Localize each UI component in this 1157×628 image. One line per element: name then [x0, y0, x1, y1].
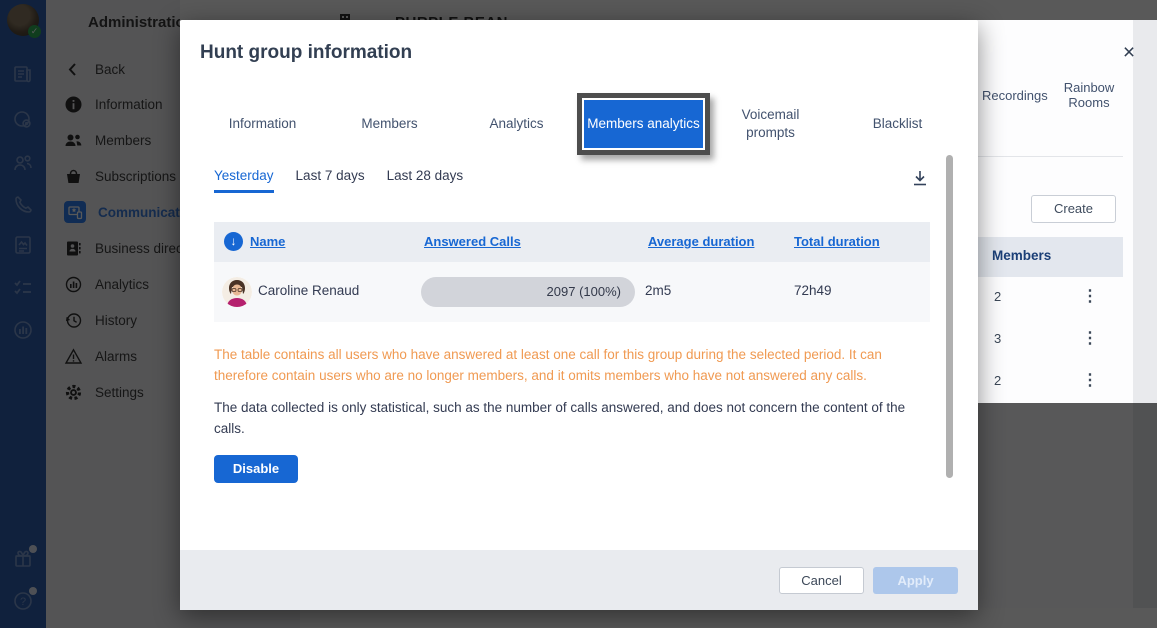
help-notification-dot — [29, 587, 37, 595]
analytics-icon — [64, 275, 83, 294]
business-directory-icon — [64, 239, 83, 258]
info-note: The data collected is only statistical, … — [214, 398, 924, 440]
answered-calls-bar: 2097 (100%) — [421, 277, 635, 307]
alarm-warning-icon — [64, 347, 83, 366]
table-row[interactable]: 2 ⋮ — [978, 277, 1123, 319]
tab-voicemail-prompts[interactable]: Voicemail prompts — [707, 95, 834, 153]
nav-label: Settings — [95, 385, 144, 400]
members-icon — [64, 131, 83, 150]
contacts-icon[interactable] — [12, 152, 34, 174]
back-label: Back — [95, 62, 125, 77]
member-avatar — [222, 277, 252, 307]
gift-notification-dot — [29, 545, 37, 553]
phone-icon[interactable] — [12, 194, 34, 216]
table-row[interactable]: 2 ⋮ — [978, 361, 1123, 403]
nav-label: Analytics — [95, 277, 149, 292]
warning-note: The table contains all users who have an… — [214, 345, 918, 387]
nav-label: Information — [95, 97, 163, 112]
hunt-group-dialog: Hunt group information × Information Mem… — [180, 20, 978, 610]
help-icon[interactable]: ? — [12, 590, 34, 612]
member-name: Caroline Renaud — [258, 283, 359, 298]
sidebar-icon-rail: ✓ ? — [0, 0, 46, 628]
period-tab-bar: Yesterday Last 7 days Last 28 days — [214, 168, 463, 193]
members-column-header: Members — [978, 237, 1123, 277]
tab-members-analytics[interactable]: Members analytics — [584, 100, 703, 148]
tab-rainbow-rooms[interactable]: Rainbow Rooms — [1058, 80, 1120, 110]
info-icon — [64, 95, 83, 114]
annotation-highlight-box: Members analytics — [577, 93, 710, 155]
kebab-menu-icon[interactable]: ⋮ — [1082, 286, 1098, 306]
analytics-table-row: Caroline Renaud 2097 (100%) 2m5 72h49 — [214, 262, 930, 322]
subscriptions-basket-icon — [64, 167, 83, 186]
panel-right-gutter — [1133, 20, 1157, 608]
members-count: 2 — [994, 373, 1001, 388]
column-total-duration[interactable]: Total duration — [794, 234, 880, 249]
files-icon[interactable] — [12, 234, 34, 256]
apply-button-disabled[interactable]: Apply — [873, 567, 958, 594]
tab-members[interactable]: Members — [326, 95, 453, 153]
background-list-panel: Recordings Rainbow Rooms Create Members … — [978, 20, 1157, 608]
period-last-28-days[interactable]: Last 28 days — [387, 168, 464, 193]
sort-descending-icon[interactable]: ↓ — [224, 232, 243, 251]
dialog-footer: Cancel Apply — [180, 550, 978, 610]
average-duration-value: 2m5 — [645, 283, 671, 298]
column-name[interactable]: Name — [250, 234, 285, 249]
presence-check-icon: ✓ — [28, 25, 41, 38]
analytics-table-header: ↓ Name Answered Calls Average duration T… — [214, 222, 930, 262]
tab-blacklist[interactable]: Blacklist — [834, 95, 961, 153]
page-header-strip: PURPLE BEAN — [180, 0, 1157, 20]
close-icon[interactable]: × — [1116, 40, 1142, 66]
scrollbar-thumb[interactable] — [946, 155, 953, 478]
conversations-icon[interactable] — [12, 109, 34, 131]
members-column-label: Members — [992, 248, 1051, 263]
members-count: 2 — [994, 289, 1001, 304]
app-screen: ✓ ? Administrat — [0, 0, 1157, 628]
settings-gear-icon — [64, 383, 83, 402]
kebab-menu-icon[interactable]: ⋮ — [1082, 328, 1098, 348]
svg-text:?: ? — [20, 596, 26, 608]
disable-button[interactable]: Disable — [214, 455, 298, 483]
dialog-tab-bar: Information Members Analytics Members an… — [199, 95, 961, 153]
column-answered-calls[interactable]: Answered Calls — [424, 234, 521, 249]
tab-information[interactable]: Information — [199, 95, 326, 153]
tab-analytics[interactable]: Analytics — [453, 95, 580, 153]
news-icon[interactable] — [12, 63, 34, 85]
analytics-rail-icon[interactable] — [12, 319, 34, 341]
nav-label: Alarms — [95, 349, 137, 364]
chevron-left-icon — [64, 60, 83, 79]
period-last-7-days[interactable]: Last 7 days — [296, 168, 365, 193]
nav-label: History — [95, 313, 137, 328]
gift-icon[interactable] — [12, 548, 34, 570]
building-icon — [338, 13, 352, 20]
dialog-title: Hunt group information — [200, 42, 412, 64]
history-clock-icon — [64, 311, 83, 330]
table-row[interactable]: 3 ⋮ — [978, 319, 1123, 361]
divider — [978, 156, 1123, 157]
download-icon[interactable] — [910, 168, 930, 188]
nav-label: Subscriptions — [95, 169, 176, 184]
tasks-checklist-icon[interactable] — [12, 277, 34, 299]
communication-icon — [64, 201, 86, 223]
create-button[interactable]: Create — [1031, 195, 1116, 223]
column-average-duration[interactable]: Average duration — [648, 234, 754, 249]
total-duration-value: 72h49 — [794, 283, 832, 298]
admin-panel-title: Administration — [88, 14, 194, 31]
cancel-button[interactable]: Cancel — [779, 567, 864, 594]
tab-recordings[interactable]: Recordings — [982, 88, 1048, 103]
members-count: 3 — [994, 331, 1001, 346]
tab-members-analytics-highlight: Members analytics — [580, 95, 707, 153]
user-avatar[interactable]: ✓ — [7, 4, 39, 36]
kebab-menu-icon[interactable]: ⋮ — [1082, 370, 1098, 390]
nav-label: Members — [95, 133, 151, 148]
period-yesterday[interactable]: Yesterday — [214, 168, 274, 193]
